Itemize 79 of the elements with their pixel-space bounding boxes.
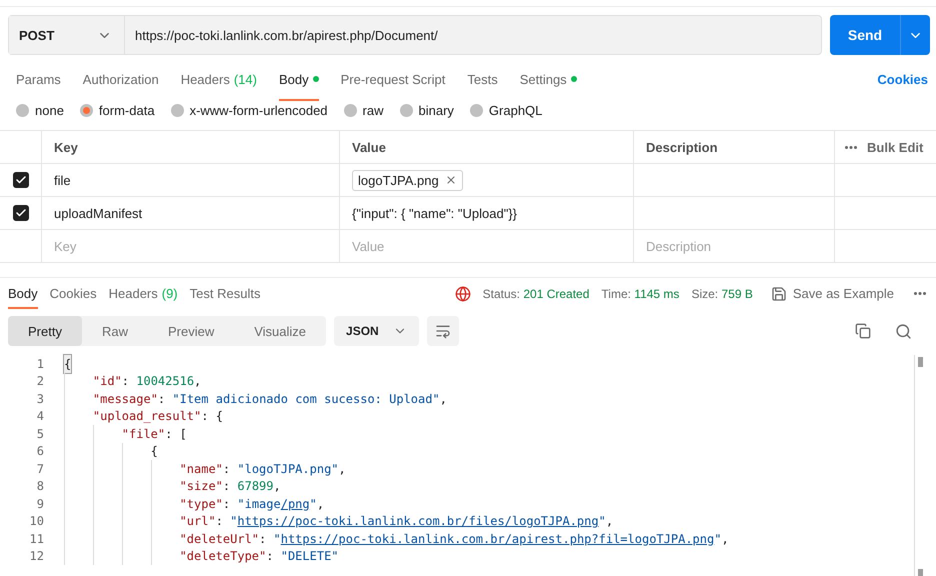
line-number: 7 [36, 462, 44, 476]
copy-button[interactable] [853, 320, 873, 342]
checkbox[interactable] [12, 172, 28, 188]
format-dropdown[interactable]: JSON [334, 316, 419, 346]
bulk-edit-link[interactable]: Bulk Edit [867, 140, 924, 154]
key-cell: file [42, 164, 340, 197]
line-number: 10 [28, 514, 44, 528]
body-type-radio[interactable]: form-data [80, 103, 155, 118]
check-icon [14, 207, 26, 219]
checkbox[interactable] [12, 205, 28, 221]
body-type-radio[interactable]: none [16, 103, 64, 118]
request-tab[interactable]: Body [278, 58, 319, 100]
search-icon [895, 322, 912, 340]
wrap-lines-button[interactable] [426, 316, 459, 346]
url-field[interactable]: https://poc-toki.lanlink.com.br/apirest.php/Document/ [125, 16, 821, 54]
check-icon [14, 174, 26, 186]
code-line: { [64, 442, 158, 460]
time-text: Time: 1145 ms [601, 286, 680, 300]
request-tab[interactable]: Settings [520, 58, 577, 100]
line-number: 5 [36, 426, 44, 441]
input-field[interactable]: Value [352, 230, 621, 262]
more-icon [914, 292, 926, 295]
more-button[interactable] [912, 290, 928, 297]
view-mode-tab[interactable]: Visualize [234, 316, 326, 346]
request-tab[interactable]: Authorization [82, 58, 159, 100]
body-type-radio[interactable]: GraphQL [470, 103, 542, 118]
line-number: 6 [36, 444, 44, 458]
view-mode-tab[interactable]: Raw [82, 316, 148, 346]
code-line: "message": "Item adicionado com sucesso: Upload", [64, 390, 447, 408]
response-tab[interactable]: Body [8, 278, 38, 309]
line-number: 12 [28, 549, 44, 564]
code-line: "type": "image/png", [64, 495, 324, 512]
file-chip[interactable]: logoTJPA.png [352, 170, 463, 190]
code-line: "name": "logoTJPA.png", [64, 460, 346, 478]
line-number: 9 [36, 496, 44, 511]
column-header: Value [340, 131, 634, 164]
request-tab[interactable]: Pre-request Script [340, 58, 446, 100]
code-line: "upload_result": { [64, 408, 223, 425]
body-type-radio[interactable]: binary [400, 103, 454, 118]
value-text: {"input": { "name": "Upload"}} [352, 206, 518, 220]
code-line: "url": "https://poc-toki.lanlink.com.br/files/logoTJPA.png", [64, 512, 614, 530]
line-number: 2 [36, 374, 44, 388]
copy-icon [855, 323, 871, 339]
column-header: Description [634, 131, 835, 164]
save-icon [770, 286, 787, 302]
send-button[interactable]: Send [830, 15, 900, 55]
line-number: 3 [36, 392, 44, 406]
close-icon[interactable] [444, 174, 457, 186]
response-tab[interactable]: Headers (9) [108, 278, 178, 309]
line-number: 8 [36, 479, 44, 494]
globe-icon[interactable] [454, 286, 471, 302]
line-number: 4 [36, 409, 44, 424]
request-tab[interactable]: Headers (14) [180, 58, 257, 100]
response-tab[interactable]: Test Results [190, 278, 260, 309]
size-text: Size: 759 B [691, 286, 753, 300]
input-field[interactable]: Description [646, 230, 822, 262]
view-mode-tab[interactable]: Preview [148, 316, 234, 346]
save-as-example-button[interactable]: Save as Example [764, 284, 900, 302]
more-icon [845, 146, 857, 148]
wrap-lines-icon [434, 323, 451, 339]
column-header: Key [42, 131, 340, 164]
line-number: 11 [28, 532, 44, 546]
cookies-link[interactable]: Cookies [877, 72, 928, 86]
input-field[interactable]: Key [54, 230, 327, 262]
code-line: "size": 67899, [64, 478, 281, 495]
request-tab[interactable]: Params [16, 58, 61, 100]
key-cell: uploadManifest [42, 197, 340, 230]
code-line: "file": [ [64, 425, 187, 442]
method-dropdown[interactable]: POST [9, 16, 125, 54]
code-line: "deleteType": "DELETE" [64, 548, 339, 565]
body-type-radio[interactable]: x-www-form-urlencoded [170, 103, 328, 118]
status-text: Status: 201 Created [482, 286, 590, 300]
view-mode-tab[interactable]: Pretty [8, 316, 82, 346]
code-line: "deleteUrl": "https://poc-toki.lanlink.com.br/apirest.php?fil=logoTJPA.png", [64, 530, 729, 548]
response-tab[interactable]: Cookies [50, 278, 97, 309]
line-number: 1 [36, 356, 44, 371]
request-tab[interactable]: Tests [467, 58, 498, 100]
code-line: "id": 10042516, [64, 372, 202, 390]
body-type-radio[interactable]: raw [344, 103, 384, 118]
